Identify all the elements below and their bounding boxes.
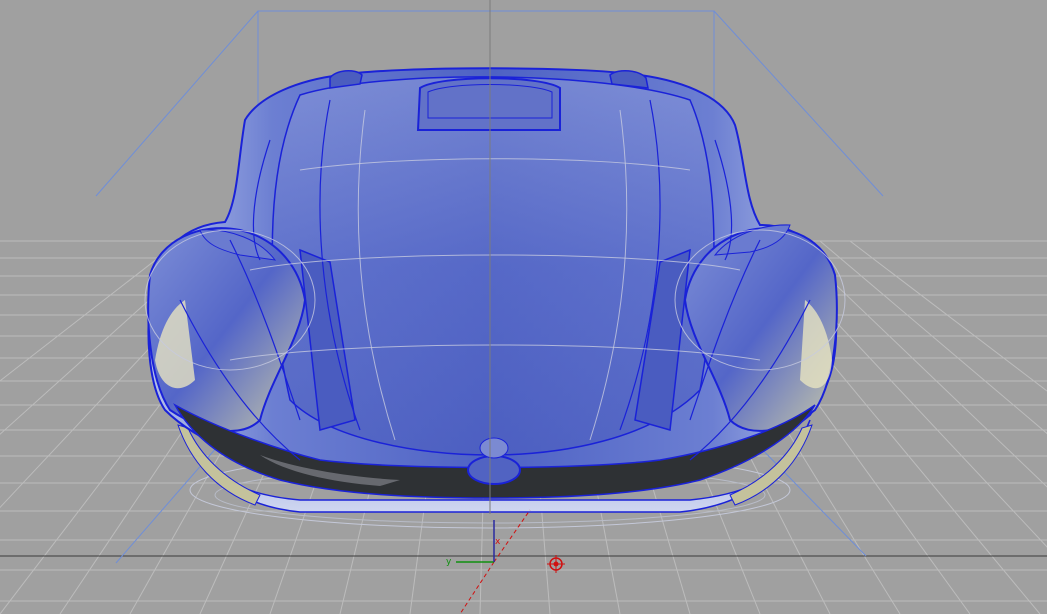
front-sensor xyxy=(467,455,521,485)
y-axis-label: y xyxy=(446,557,452,567)
viewport-canvas[interactable]: x y xyxy=(0,0,1047,614)
x-axis-label: x xyxy=(495,537,501,547)
front-badge xyxy=(479,437,509,459)
hood-scoop xyxy=(416,77,561,131)
3d-viewport[interactable]: x y xyxy=(0,0,1047,614)
